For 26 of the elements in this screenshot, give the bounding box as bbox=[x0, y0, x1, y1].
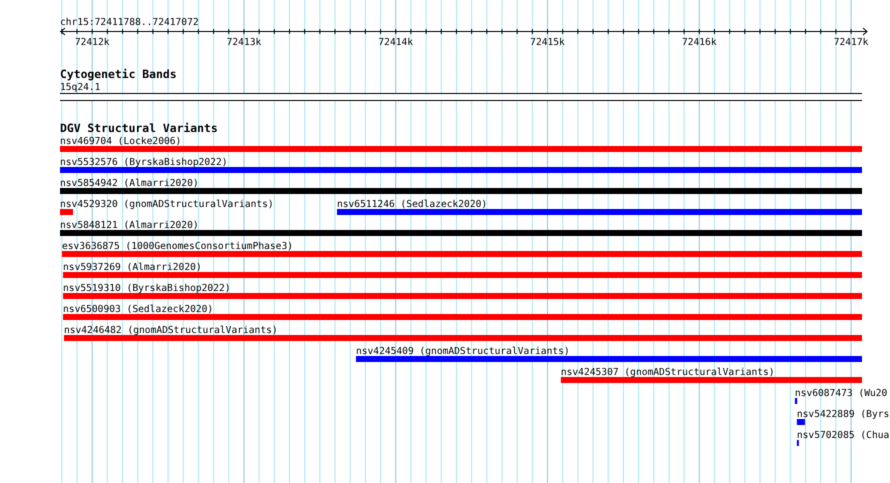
variant-label: nsv6087473 (Wu20 bbox=[794, 388, 888, 399]
variant-label: nsv5532576 (ByrskaBishop2022) bbox=[60, 157, 228, 168]
tick-label: 72416k bbox=[682, 37, 717, 48]
tick-label: 72417k bbox=[834, 37, 868, 48]
variant-label: nsv4245307 (gnomADStructuralVariants) bbox=[560, 367, 775, 378]
variant-label: nsv4529320 (gnomADStructuralVariants) bbox=[60, 199, 274, 210]
track-title: DGV Structural Variants bbox=[60, 121, 218, 135]
variant-label: nsv6511246 (Sedlazeck2020) bbox=[337, 199, 488, 210]
tick-label: 72415k bbox=[530, 37, 565, 48]
variant-label: nsv5854942 (Almarri2020) bbox=[60, 178, 199, 189]
variant-label: nsv6500903 (Sedlazeck2020) bbox=[63, 304, 214, 315]
variant-label: nsv5422889 (Byrs bbox=[796, 409, 890, 420]
tick-label: 72412k bbox=[74, 37, 110, 48]
variant-label: nsv469704 (Locke2006) bbox=[60, 136, 182, 147]
variant-label: nsv5519310 (ByrskaBishop2022) bbox=[63, 283, 231, 294]
variant-label: nsv5702085 (Chua bbox=[796, 430, 890, 441]
variant-label: nsv5848121 (Almarri2020) bbox=[60, 220, 199, 231]
track-title: Cytogenetic Bands bbox=[60, 67, 177, 81]
variant-label: nsv4246482 (gnomADStructuralVariants) bbox=[64, 325, 278, 336]
variant-label: esv3636875 (1000GenomesConsortiumPhase3) bbox=[62, 241, 294, 252]
coordinate-label: chr15:72411788..72417072 bbox=[60, 17, 199, 28]
variant-label: nsv5937269 (Almarri2020) bbox=[63, 262, 202, 273]
variant-label: nsv4245409 (gnomADStructuralVariants) bbox=[356, 346, 570, 357]
band-label: 15q24.1 bbox=[60, 82, 100, 93]
tick-label: 72413k bbox=[226, 37, 262, 48]
tick-label: 72414k bbox=[378, 37, 414, 48]
